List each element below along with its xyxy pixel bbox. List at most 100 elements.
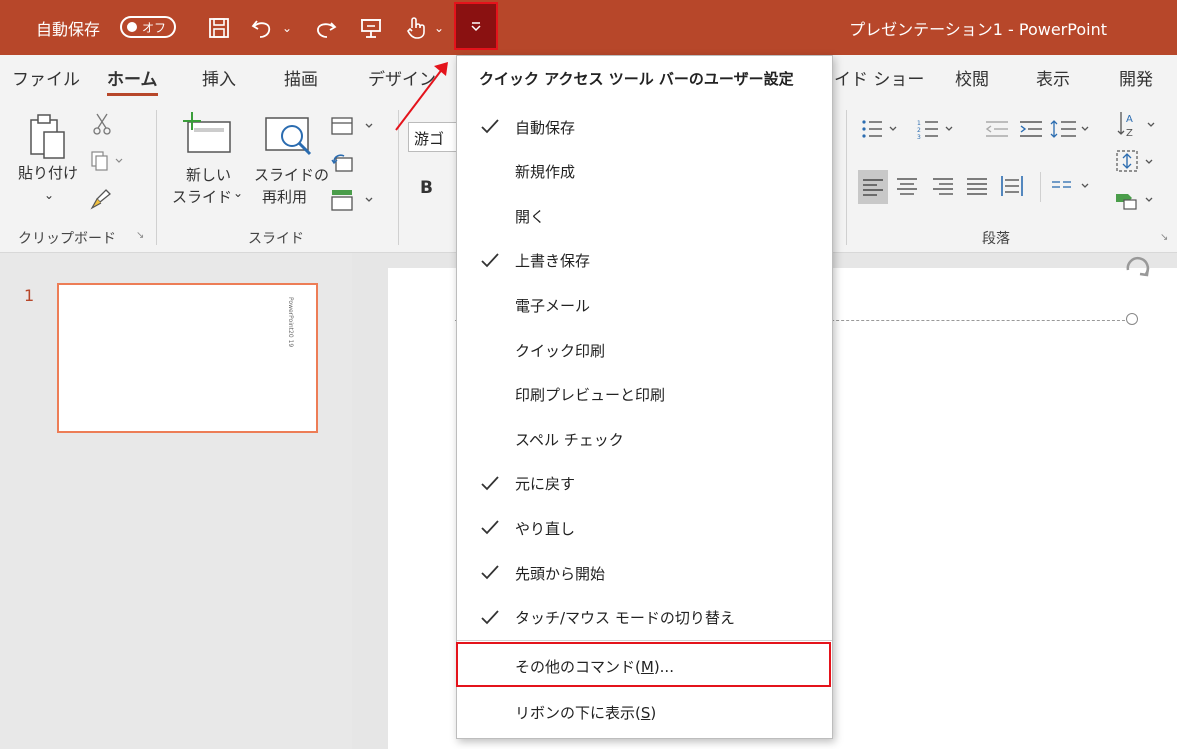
slide-thumbnail[interactable]: PowerPoint20 19 bbox=[57, 283, 318, 433]
svg-text:1: 1 bbox=[917, 120, 921, 127]
touch-dropdown-icon[interactable]: ⌄ bbox=[432, 0, 446, 55]
menu-item-label: 元に戻す bbox=[515, 475, 576, 494]
bullets-icon[interactable] bbox=[860, 118, 906, 140]
autosave-toggle[interactable]: オフ bbox=[120, 16, 176, 38]
menu-item-more-commands[interactable]: その他のコマンド(M)... bbox=[457, 644, 832, 688]
menu-item-undo[interactable]: 元に戻す bbox=[457, 462, 832, 506]
tab-draw[interactable]: 描画 bbox=[284, 55, 318, 100]
align-text-icon[interactable] bbox=[1114, 148, 1160, 174]
paragraph-launcher-icon[interactable]: ↘ bbox=[1160, 232, 1168, 243]
reuse-slides-label-1[interactable]: スライドの bbox=[254, 164, 329, 185]
copy-icon[interactable] bbox=[90, 150, 124, 172]
format-painter-icon[interactable] bbox=[90, 188, 112, 210]
menu-item-label: 電子メール bbox=[515, 296, 591, 315]
paste-icon[interactable] bbox=[28, 112, 68, 162]
undo-dropdown-icon[interactable]: ⌄ bbox=[280, 0, 294, 55]
checkmark-icon bbox=[481, 119, 499, 134]
paste-label[interactable]: 貼り付け bbox=[18, 162, 78, 183]
menu-item-label: スペル チェック bbox=[515, 430, 624, 449]
document-title: プレゼンテーション1 - PowerPoint bbox=[849, 19, 1107, 39]
undo-icon[interactable] bbox=[248, 0, 278, 55]
red-arrow-annotation bbox=[395, 62, 448, 131]
autosave-label: 自動保存 bbox=[36, 19, 101, 39]
ribbon-separator bbox=[1040, 172, 1041, 202]
smartart-icon[interactable] bbox=[1114, 188, 1160, 212]
customize-qat-button[interactable] bbox=[454, 2, 498, 50]
menu-item-save[interactable]: 上書き保存 bbox=[457, 239, 832, 283]
menu-item-show-below-ribbon[interactable]: リボンの下に表示(S) bbox=[457, 690, 832, 734]
checkmark-icon bbox=[481, 476, 499, 491]
ribbon-separator bbox=[846, 110, 847, 245]
rotate-handle-icon[interactable] bbox=[1120, 256, 1156, 286]
columns-icon[interactable] bbox=[1050, 178, 1096, 196]
menu-item-email[interactable]: 電子メール bbox=[457, 283, 832, 327]
bold-button[interactable]: B bbox=[420, 178, 433, 198]
text-direction-icon[interactable]: AZ bbox=[1116, 110, 1162, 140]
tab-file[interactable]: ファイル bbox=[12, 55, 80, 100]
start-from-beginning-icon[interactable] bbox=[356, 0, 386, 55]
align-left-icon[interactable] bbox=[858, 170, 888, 204]
menu-item-print-preview[interactable]: 印刷プレビューと印刷 bbox=[457, 373, 832, 417]
menu-item-label: 自動保存 bbox=[515, 118, 576, 137]
menu-item-label: 上書き保存 bbox=[515, 252, 591, 271]
tab-review[interactable]: 校閲 bbox=[955, 55, 989, 100]
line-spacing-icon[interactable] bbox=[1050, 118, 1096, 140]
menu-item-label: 新規作成 bbox=[515, 163, 576, 182]
numbering-icon[interactable]: 123 bbox=[916, 118, 962, 140]
cut-icon[interactable] bbox=[92, 112, 112, 136]
menu-item-autosave[interactable]: 自動保存 bbox=[457, 105, 832, 149]
title-bar: 自動保存 オフ ⌄ ⌄ プレゼンテーション1 - PowerPoint bbox=[0, 0, 1177, 55]
align-right-icon[interactable] bbox=[932, 176, 954, 196]
menu-item-quick-print[interactable]: クイック印刷 bbox=[457, 328, 832, 372]
ribbon-separator bbox=[156, 110, 157, 245]
align-center-icon[interactable] bbox=[896, 176, 918, 196]
paste-dropdown-icon[interactable]: ⌄ bbox=[44, 188, 54, 202]
menu-item-label: 印刷プレビューと印刷 bbox=[515, 386, 666, 405]
new-slide-icon[interactable] bbox=[180, 110, 234, 154]
resize-handle[interactable] bbox=[1126, 313, 1138, 325]
redo-icon[interactable] bbox=[310, 0, 340, 55]
tab-slideshow[interactable]: イド ショー bbox=[834, 55, 924, 100]
toggle-knob-icon bbox=[127, 22, 137, 32]
reuse-slides-icon[interactable] bbox=[262, 110, 316, 158]
menu-item-spelling[interactable]: スペル チェック bbox=[457, 417, 832, 461]
menu-separator bbox=[457, 640, 832, 641]
tab-home[interactable]: ホーム bbox=[107, 55, 158, 100]
paragraph-group-label: 段落 bbox=[982, 231, 1010, 247]
menu-item-new[interactable]: 新規作成 bbox=[457, 150, 832, 194]
touch-mode-icon[interactable] bbox=[400, 0, 430, 55]
slide-thumbnail-text: PowerPoint20 19 bbox=[287, 297, 294, 348]
decrease-indent-icon[interactable] bbox=[984, 118, 1010, 140]
menu-item-label: タッチ/マウス モードの切り替え bbox=[515, 609, 735, 628]
new-slide-label-1[interactable]: 新しい bbox=[186, 164, 231, 185]
menu-item-label: 先頭から開始 bbox=[515, 564, 606, 583]
reset-icon[interactable] bbox=[330, 152, 354, 174]
section-icon[interactable] bbox=[330, 188, 376, 212]
clipboard-group-label: クリップボード bbox=[18, 231, 116, 247]
distributed-icon[interactable] bbox=[1000, 174, 1024, 198]
layout-icon[interactable] bbox=[330, 116, 376, 138]
svg-text:3: 3 bbox=[917, 134, 921, 140]
autosave-state: オフ bbox=[142, 20, 167, 35]
svg-text:Z: Z bbox=[1126, 128, 1133, 139]
menu-item-label: やり直し bbox=[515, 519, 576, 538]
customize-qat-menu: クイック アクセス ツール バーのユーザー設定 自動保存 新規作成 開く 上書き保存電… bbox=[456, 55, 833, 739]
menu-item-touch-mouse-mode[interactable]: タッチ/マウス モードの切り替え bbox=[457, 596, 832, 640]
new-slide-dropdown-icon[interactable]: ⌄ bbox=[233, 186, 243, 200]
menu-item-open[interactable]: 開く bbox=[457, 194, 832, 238]
increase-indent-icon[interactable] bbox=[1018, 118, 1044, 140]
tab-developer[interactable]: 開発 bbox=[1119, 55, 1153, 100]
clipboard-launcher-icon[interactable]: ↘ bbox=[136, 230, 144, 241]
menu-item-redo[interactable]: やり直し bbox=[457, 506, 832, 550]
slides-group-label: スライド bbox=[248, 231, 304, 247]
tab-insert[interactable]: 挿入 bbox=[202, 55, 236, 100]
svg-text:2: 2 bbox=[917, 127, 921, 134]
tab-view[interactable]: 表示 bbox=[1036, 55, 1070, 100]
slide-number: 1 bbox=[24, 286, 35, 305]
customize-qat-icon bbox=[471, 22, 481, 32]
save-icon[interactable] bbox=[204, 0, 234, 55]
reuse-slides-label-2[interactable]: 再利用 bbox=[262, 186, 307, 207]
justify-icon[interactable] bbox=[966, 176, 988, 196]
new-slide-label-2[interactable]: スライド bbox=[172, 186, 232, 207]
menu-item-start-from-beginning[interactable]: 先頭から開始 bbox=[457, 551, 832, 595]
